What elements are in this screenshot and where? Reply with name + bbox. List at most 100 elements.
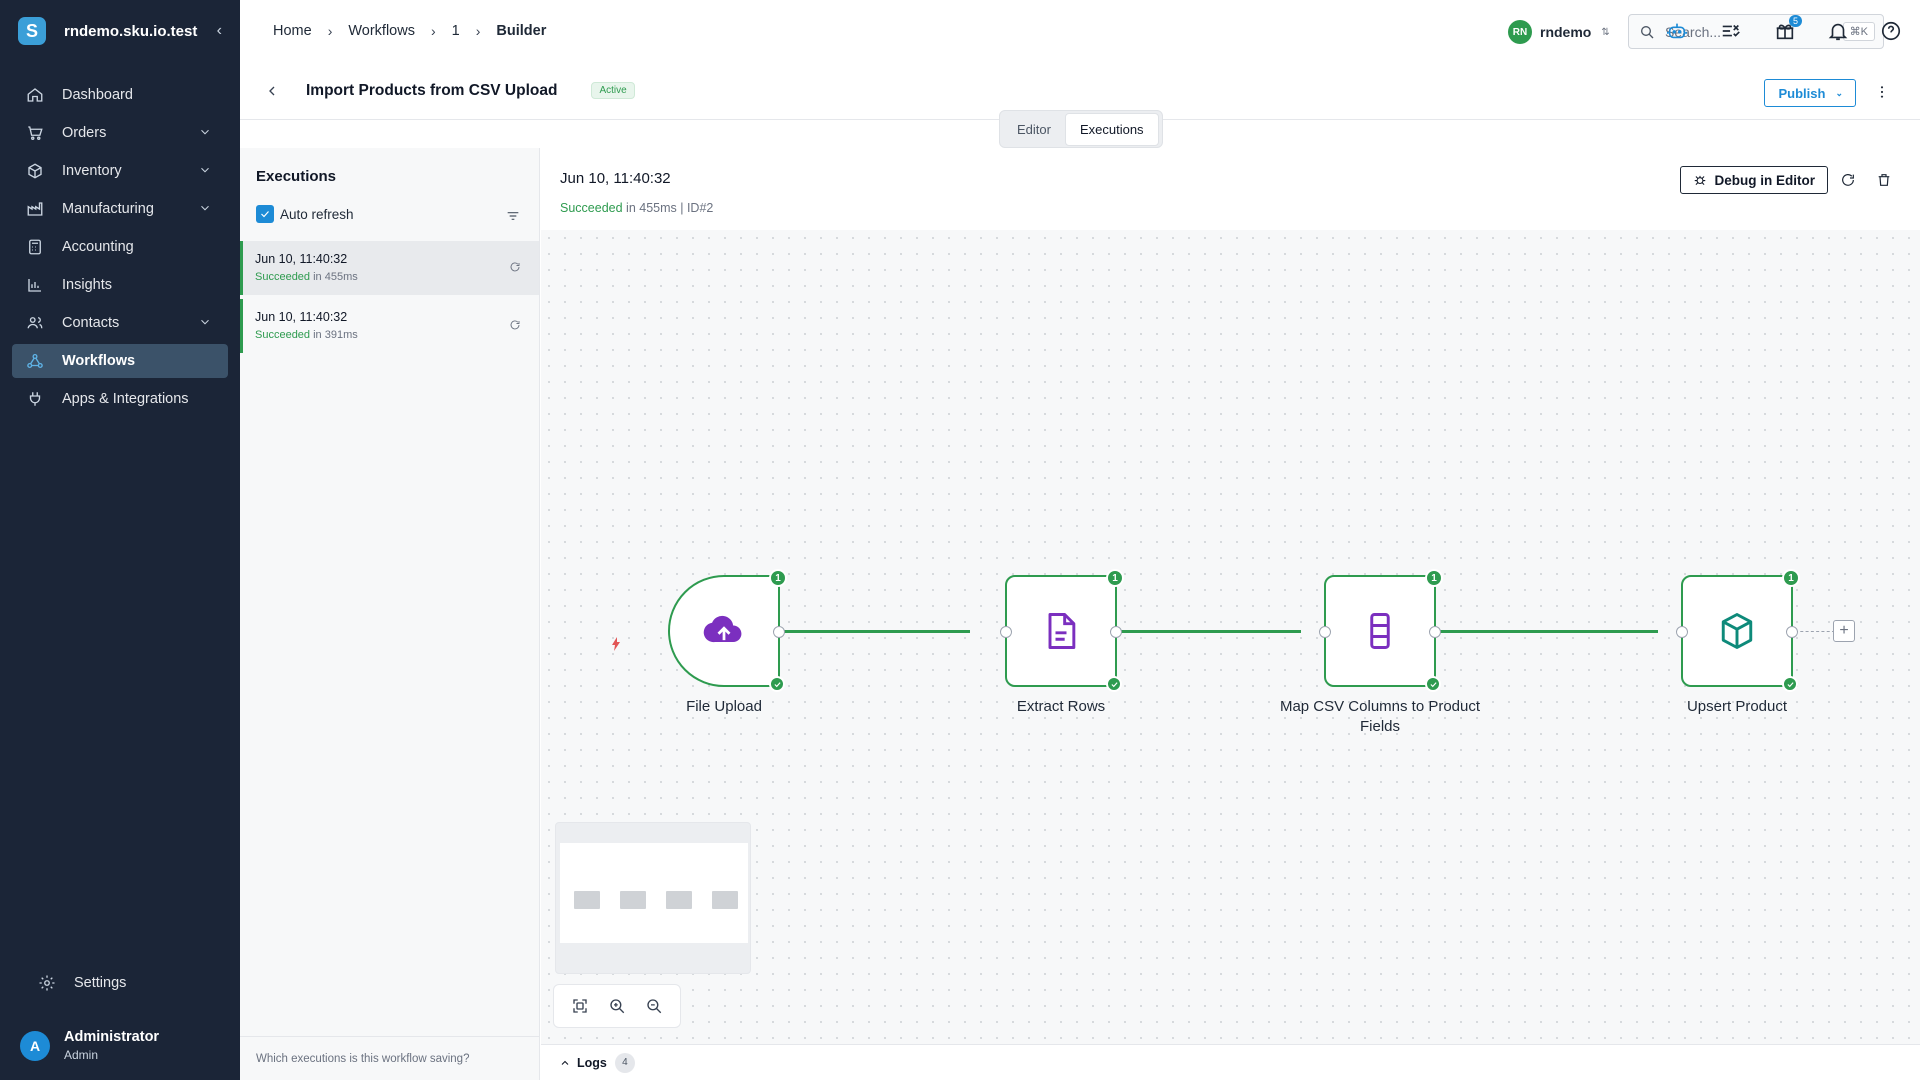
workflow-node-extract-rows[interactable]: 1 [1000, 569, 1124, 692]
notifications-button[interactable] [1827, 20, 1849, 42]
executions-list: Jun 10, 11:40:32 Succeeded in 455ms Jun … [240, 241, 539, 353]
tasks-button[interactable] [1720, 20, 1742, 42]
app-logo[interactable]: S [18, 17, 46, 45]
sidebar-item-label: Contacts [62, 315, 120, 331]
execution-list-item[interactable]: Jun 10, 11:40:32 Succeeded in 391ms [240, 299, 539, 353]
help-icon [1881, 21, 1901, 41]
output-port[interactable] [773, 626, 785, 638]
more-options-icon[interactable] [1874, 84, 1890, 100]
minimap-node [666, 891, 692, 909]
sidebar-item-orders[interactable]: Orders [12, 116, 228, 150]
workflow-node-upsert-product[interactable]: 1 [1676, 569, 1800, 692]
executions-panel: Executions Auto refresh Jun 10, 11:40:32… [240, 148, 540, 1080]
fit-view-icon[interactable] [571, 997, 589, 1015]
connection-edge[interactable] [782, 630, 970, 633]
debug-in-editor-label: Debug in Editor [1714, 172, 1816, 188]
success-check-icon [1425, 676, 1441, 692]
minimap-node [574, 891, 600, 909]
auto-refresh-toggle[interactable]: Auto refresh [256, 205, 539, 223]
sidebar-item-label: Workflows [62, 353, 136, 369]
sidebar-item-workflows[interactable]: Workflows [12, 344, 228, 378]
sidebar-item-label: Insights [62, 277, 112, 293]
sidebar-item-label: Inventory [62, 163, 122, 179]
notification-badge: 5 [1788, 15, 1802, 27]
executions-saving-link[interactable]: Which executions is this workflow saving… [240, 1036, 539, 1080]
execution-detail-status: Succeeded in 455ms | ID#2 [560, 201, 713, 215]
logs-bar[interactable]: Logs 4 [541, 1044, 1920, 1080]
retry-icon[interactable] [509, 319, 521, 331]
sidebar-item-label: Orders [62, 125, 107, 141]
sidebar-item-inventory[interactable]: Inventory [12, 154, 228, 188]
box-icon [28, 163, 42, 179]
auto-refresh-checkbox[interactable] [256, 205, 274, 223]
zoom-in-icon[interactable] [608, 997, 626, 1015]
executions-title: Executions [256, 168, 337, 185]
execution-list-item[interactable]: Jun 10, 11:40:32 Succeeded in 455ms [240, 241, 539, 295]
user-name: Administrator [64, 1029, 160, 1045]
publish-button[interactable]: Publish ⌄ [1763, 79, 1856, 107]
execution-date: Jun 10, 11:40:32 [255, 252, 348, 266]
retry-icon[interactable] [509, 261, 521, 273]
sidebar-item-insights[interactable]: Insights [12, 268, 228, 302]
gear-icon [39, 975, 55, 991]
sidebar: S rndemo.sku.io.test ‹ Dashboard Orders … [0, 0, 240, 1080]
chevron-down-icon[interactable] [198, 201, 212, 215]
tab-editor[interactable]: Editor [1003, 114, 1065, 145]
org-switcher[interactable]: RN rndemo ⇅ [1508, 20, 1610, 44]
connection-edge[interactable] [1117, 630, 1301, 633]
whats-new-button[interactable]: 5 [1774, 15, 1802, 42]
workflow-icon [27, 353, 43, 369]
output-port[interactable] [1786, 626, 1798, 638]
refresh-icon[interactable] [1840, 172, 1856, 188]
breadcrumb-home[interactable]: Home [273, 23, 312, 39]
top-bar: Home › Workflows › 1 › Builder RN rndemo… [240, 0, 1920, 62]
add-node-button[interactable]: + [1833, 620, 1855, 642]
document-icon [1048, 613, 1076, 649]
cube-icon [1721, 613, 1753, 649]
sidebar-collapse-icon[interactable]: ‹ [217, 22, 222, 40]
workflow-title[interactable]: Import Products from CSV Upload [306, 82, 557, 100]
search-input[interactable] [1665, 23, 1825, 40]
chevron-down-icon[interactable] [198, 315, 212, 329]
input-port[interactable] [1319, 626, 1331, 638]
node-run-count: 1 [1782, 569, 1800, 587]
workflow-canvas[interactable]: 1 File Upload 1 Extract Rows 1 Map CSV C… [541, 230, 1920, 1044]
filter-icon[interactable] [505, 208, 521, 224]
sidebar-item-contacts[interactable]: Contacts [12, 306, 228, 340]
debug-in-editor-button[interactable]: Debug in Editor [1679, 166, 1828, 194]
tab-executions[interactable]: Executions [1064, 112, 1159, 146]
chevron-down-icon[interactable] [198, 163, 212, 177]
sidebar-item-accounting[interactable]: Accounting [12, 230, 228, 264]
sidebar-item-settings[interactable]: Settings [24, 966, 216, 1000]
help-button[interactable] [1880, 20, 1902, 42]
sidebar-item-apps-integrations[interactable]: Apps & Integrations [12, 382, 228, 416]
breadcrumb-workflow-id[interactable]: 1 [452, 23, 460, 39]
checklist-icon [1722, 24, 1740, 37]
search-icon [1641, 25, 1654, 38]
breadcrumb-workflows[interactable]: Workflows [348, 23, 415, 39]
connection-edge[interactable] [1436, 630, 1658, 633]
input-port[interactable] [1676, 626, 1688, 638]
input-port[interactable] [1000, 626, 1012, 638]
sidebar-item-manufacturing[interactable]: Manufacturing [12, 192, 228, 226]
view-tabs: Editor Executions [999, 110, 1163, 148]
bar-chart-icon [28, 279, 41, 292]
sidebar-item-dashboard[interactable]: Dashboard [12, 78, 228, 112]
zoom-out-icon[interactable] [645, 997, 663, 1015]
execution-date: Jun 10, 11:40:32 [255, 310, 348, 324]
workflow-node-map-csv-columns[interactable]: 1 [1319, 569, 1443, 692]
zoom-controls [553, 984, 681, 1028]
canvas-minimap[interactable] [555, 822, 751, 974]
node-label: Extract Rows [1016, 698, 1106, 715]
ai-assistant-button[interactable] [1666, 20, 1688, 42]
back-arrow-icon[interactable] [264, 83, 280, 99]
trash-icon[interactable] [1876, 172, 1892, 188]
output-port[interactable] [1110, 626, 1122, 638]
cloud-upload-icon [703, 615, 742, 643]
output-port[interactable] [1429, 626, 1441, 638]
logs-label: Logs [577, 1055, 607, 1070]
node-label: File Upload [686, 698, 762, 715]
chevron-down-icon[interactable] [198, 125, 212, 139]
user-profile[interactable]: A Administrator Admin [20, 1029, 159, 1062]
workflow-node-file-upload[interactable]: 1 [668, 569, 787, 692]
